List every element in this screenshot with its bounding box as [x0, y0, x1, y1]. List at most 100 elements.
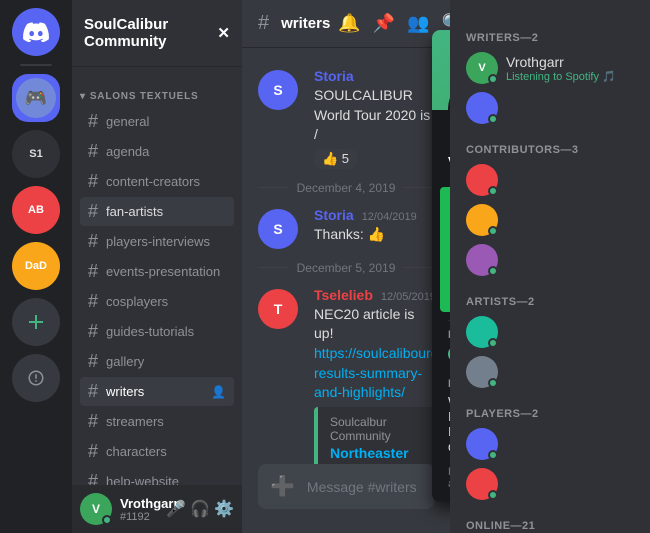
current-user-avatar[interactable]: V [80, 493, 112, 525]
message-header: Tselelieb 12/05/2019 [314, 287, 434, 303]
server-icon-s1[interactable]: 🎮 [12, 74, 60, 122]
member-status [488, 338, 498, 348]
member-item-c1[interactable] [458, 160, 642, 200]
channel-item-players-interviews[interactable]: # players-interviews [80, 227, 234, 256]
hash-icon: # [88, 351, 98, 372]
channel-item-writers[interactable]: # writers 👤 [80, 377, 234, 406]
channel-label: characters [106, 444, 167, 459]
member-category-artists: ARTISTS—2 [458, 280, 642, 312]
server-icon-s2[interactable]: S1 [12, 130, 60, 178]
channel-item-fan-artists[interactable]: # fan-artists [80, 197, 234, 226]
server-icon-ab[interactable]: AB [12, 186, 60, 234]
channel-sidebar: SoulCalibur Community ✕ ▾ SALONS TEXTUEL… [72, 0, 242, 533]
deafen-button[interactable]: 🎧 [190, 499, 210, 519]
message-link: https://soulcalibourcommunity.com/no-res… [314, 344, 434, 403]
server-icon-dad-label: DaD [25, 260, 47, 272]
current-user-name: Vrothgarr [120, 496, 158, 511]
user-controls: 🎤 🎧 ⚙️ [166, 499, 234, 519]
channel-label: agenda [106, 144, 149, 159]
message-username: Storia [314, 207, 354, 223]
server-name: SoulCalibur Community [84, 16, 217, 50]
channel-item-content-creators[interactable]: # content-creators [80, 167, 234, 196]
channel-item-help-website[interactable]: # help-website [80, 467, 234, 485]
message-group: S Storia SOULCALIBUR World Tour 2020 is … [242, 64, 450, 173]
popup-role-title: ROLE [448, 329, 450, 341]
channel-item-guides-tutorials[interactable]: # guides-tutorials [80, 317, 234, 346]
member-item-c2[interactable] [458, 200, 642, 240]
category-textuels[interactable]: ▾ SALONS TEXTUELS [72, 75, 242, 106]
channel-list: ▾ SALONS TEXTUELS # general # agenda # c… [72, 67, 242, 485]
member-status [488, 378, 498, 388]
server-icon-label: S1 [29, 148, 42, 160]
channel-item-cosplayers[interactable]: # cosplayers [80, 287, 234, 316]
channel-label: general [106, 114, 149, 129]
hash-icon: # [88, 171, 98, 192]
chat-messages: S Storia SOULCALIBUR World Tour 2020 is … [242, 48, 450, 464]
members-icon[interactable]: 👥 [407, 13, 429, 34]
explore-button[interactable] [12, 354, 60, 402]
hash-icon: # [88, 411, 98, 432]
channel-item-characters[interactable]: # characters [80, 437, 234, 466]
chat-input-field[interactable] [307, 479, 450, 495]
channel-item-agenda[interactable]: # agenda [80, 137, 234, 166]
channel-item-streamers[interactable]: # streamers [80, 407, 234, 436]
member-status [488, 490, 498, 500]
channel-label: content-creators [106, 174, 200, 189]
hash-icon: # [88, 321, 98, 342]
hash-icon: # [88, 381, 98, 402]
message-link-url[interactable]: https://soulcalibourcommunity.com/no-res… [314, 345, 450, 400]
bell-icon[interactable]: 🔔 [338, 13, 360, 34]
channel-label: players-interviews [106, 234, 210, 249]
spotify-section: LISTENING TO SPOTIFY Milk N' Honey by An… [440, 187, 450, 312]
member-item-p2[interactable] [458, 464, 642, 504]
chat-channel-name: writers [281, 15, 330, 32]
embed-title: Northeaster Championships 20 Results Sum… [330, 445, 422, 464]
message-group: S Storia 12/04/2019 Thanks: 👍 [242, 203, 450, 253]
user-panel: V Vrothgarr #1192 🎤 🎧 ⚙️ [72, 485, 242, 533]
channel-label: cosplayers [106, 294, 168, 309]
server-sidebar: 🎮 S1 AB DaD [0, 0, 72, 533]
hash-icon: # [88, 471, 98, 485]
channel-label: writers [106, 384, 144, 399]
server-divider [20, 64, 52, 66]
discord-home-button[interactable] [12, 8, 60, 56]
member-item-c3[interactable] [458, 240, 642, 280]
channel-label: guides-tutorials [106, 324, 194, 339]
member-item-vrothgarr[interactable]: V Vrothgarr Listening to Spotify 🎵 [458, 48, 642, 88]
channel-label: events-presentation [106, 264, 220, 279]
settings-button[interactable]: ⚙️ [214, 499, 234, 519]
member-item-p1[interactable] [458, 424, 642, 464]
message-avatar: T [258, 289, 298, 329]
message-header: Storia [314, 68, 434, 84]
message-avatar: S [258, 209, 298, 249]
channel-item-general[interactable]: # general [80, 107, 234, 136]
member-status [488, 266, 498, 276]
message-reaction[interactable]: 👍 5 [314, 149, 357, 169]
member-category-online: ONLINE—21 [458, 504, 642, 533]
member-item-a2[interactable] [458, 352, 642, 392]
channel-item-events-presentation[interactable]: # events-presentation [80, 257, 234, 286]
server-icon-dad[interactable]: DaD [12, 242, 60, 290]
message-content: Tselelieb 12/05/2019 NEC20 article is up… [314, 287, 434, 464]
expand-icon: ✕ [217, 24, 230, 42]
member-avatar [466, 92, 498, 124]
mute-button[interactable]: 🎤 [166, 499, 186, 519]
members-sidebar: WRITERS—2 V Vrothgarr Listening to Spoti… [450, 0, 650, 533]
popup-note-value: Writer/Journalist. Interviews/Profiles/C… [448, 394, 450, 454]
pin-icon[interactable]: 📌 [373, 13, 395, 34]
popup-role-badge: Writers [448, 346, 450, 362]
plus-icon[interactable]: ➕ [270, 474, 295, 499]
member-name: Vrothgarr [506, 54, 616, 70]
add-server-button[interactable] [12, 298, 60, 346]
channel-item-gallery[interactable]: # gallery [80, 347, 234, 376]
main-chat: # writers 🔔 📌 👥 🔍 📥 ❓ S Storia SOULCALIB… [242, 0, 450, 533]
current-user-tag: #1192 [120, 511, 158, 523]
member-item-2[interactable] [458, 88, 642, 128]
message-timestamp: 12/04/2019 [362, 211, 417, 223]
chat-header: # writers 🔔 📌 👥 🔍 📥 ❓ [242, 0, 450, 48]
hash-icon: # [88, 201, 98, 222]
server-name-header[interactable]: SoulCalibur Community ✕ [72, 0, 242, 67]
message-text: NEC20 article is up! [314, 305, 434, 344]
member-item-a1[interactable] [458, 312, 642, 352]
category-expand-icon: ▾ [80, 91, 86, 102]
